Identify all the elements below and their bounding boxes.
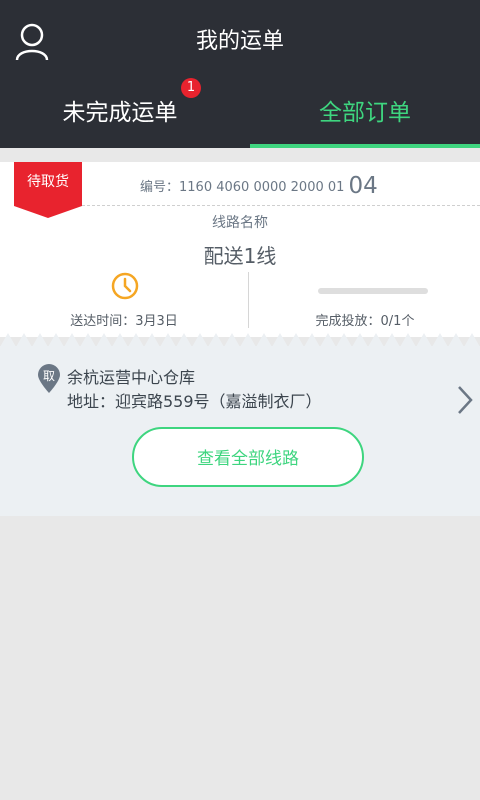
clock-icon bbox=[111, 272, 139, 300]
chevron-right-icon[interactable] bbox=[456, 384, 474, 416]
view-all-routes-button[interactable]: 查看全部线路 bbox=[132, 427, 364, 487]
order-number: 编号：1160 4060 0000 2000 01 04 bbox=[140, 171, 378, 201]
vertical-divider bbox=[248, 272, 249, 328]
order-number-label: 编号： bbox=[140, 180, 180, 195]
tab-label: 未完成运单 bbox=[62, 100, 178, 126]
tab-all-orders[interactable]: 全部订单 bbox=[250, 92, 480, 148]
warehouse-name: 余杭运营中心仓库 bbox=[67, 368, 196, 387]
order-number-tail: 04 bbox=[348, 173, 378, 199]
delivery-time: 送达时间：3月3日 bbox=[70, 314, 178, 329]
zigzag-edge bbox=[0, 333, 480, 347]
status-badge-label: 待取货 bbox=[27, 174, 69, 190]
page-title: 我的运单 bbox=[195, 29, 284, 54]
tab-label: 全部订单 bbox=[319, 100, 411, 126]
dashed-divider bbox=[82, 205, 480, 206]
unread-badge: 1 bbox=[181, 78, 201, 98]
completion-count: 完成投放：0/1个 bbox=[315, 314, 415, 329]
warehouse-address: 地址：迎宾路559号（嘉溢制衣厂） bbox=[67, 392, 322, 411]
route-name: 配送1线 bbox=[203, 244, 277, 268]
tab-unfinished-waybills[interactable]: 未完成运单 bbox=[0, 92, 240, 148]
pickup-pin-label: 取 bbox=[42, 369, 55, 383]
divider-gap bbox=[0, 148, 480, 162]
completion-progress-bar bbox=[318, 288, 428, 294]
order-number-value: 1160 4060 0000 2000 01 bbox=[179, 180, 345, 195]
route-label: 线路名称 bbox=[212, 215, 268, 231]
